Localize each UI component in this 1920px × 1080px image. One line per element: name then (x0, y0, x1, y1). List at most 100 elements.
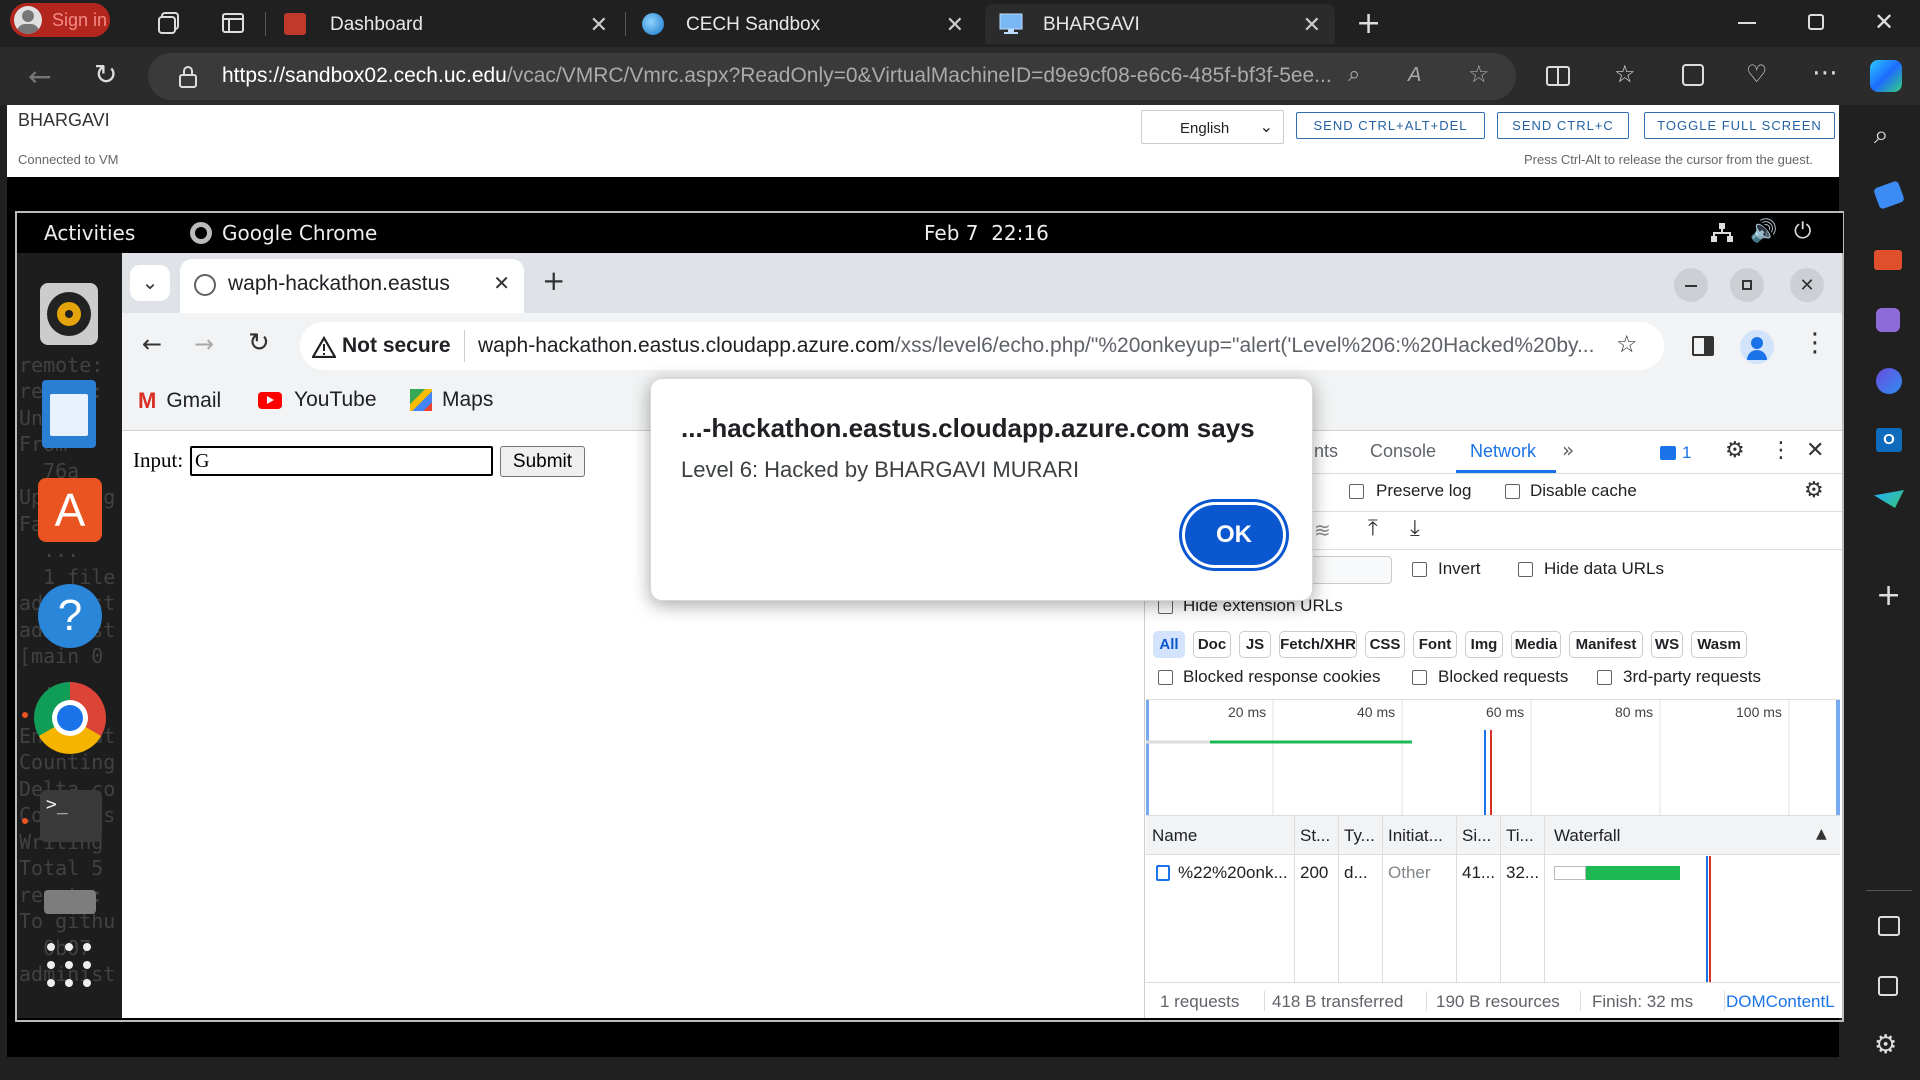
favorite-star-icon[interactable]: ☆ (1468, 60, 1490, 88)
sidebar-outlook-icon[interactable]: O (1876, 428, 1902, 452)
filter-input[interactable] (1312, 556, 1392, 584)
close-icon[interactable]: ✕ (1303, 12, 1321, 38)
refresh-button[interactable]: ↻ (94, 58, 117, 91)
alert-ok-button[interactable]: OK (1185, 505, 1283, 565)
language-select[interactable]: English ⌄ (1141, 110, 1284, 144)
column-header[interactable]: Waterfall (1554, 826, 1620, 846)
column-header[interactable]: Si... (1462, 826, 1491, 846)
more-menu-icon[interactable]: ⋯ (1812, 58, 1838, 88)
browser-essentials-icon[interactable]: ♡ (1746, 60, 1768, 88)
bookmark-star-icon[interactable]: ☆ (1616, 330, 1638, 358)
import-har-icon[interactable]: ⤒ (1368, 516, 1378, 541)
chrome-restore-button[interactable] (1730, 268, 1764, 302)
window-close-button[interactable]: ✕ (1874, 8, 1894, 36)
copilot-icon[interactable] (1870, 60, 1902, 92)
tab-cech-sandbox[interactable]: CECH Sandbox ✕ (628, 4, 978, 44)
chrome-close-button[interactable]: ✕ (1790, 268, 1824, 302)
favorites-icon[interactable]: ☆ (1614, 60, 1636, 88)
drive-icon[interactable] (44, 890, 96, 914)
zoom-icon[interactable]: ⌕ (1348, 62, 1360, 87)
split-screen-icon[interactable] (1546, 66, 1570, 86)
collections-icon[interactable] (1682, 64, 1704, 86)
restore-button[interactable] (1808, 14, 1824, 30)
blocked-requests-checkbox[interactable] (1412, 670, 1427, 685)
filter-ws[interactable]: WS (1651, 631, 1683, 658)
power-icon[interactable]: ⏻ (1794, 219, 1811, 244)
devtools-settings-icon[interactable]: ⚙ (1725, 438, 1745, 463)
profile-avatar-icon[interactable] (1740, 330, 1774, 364)
chrome-reload-button[interactable]: ↻ (248, 328, 270, 358)
minimize-button[interactable] (1738, 22, 1756, 24)
input-field[interactable] (190, 446, 493, 476)
column-header[interactable]: St... (1300, 826, 1330, 846)
invert-checkbox[interactable] (1412, 562, 1427, 577)
devtools-tab-console[interactable]: Console (1370, 441, 1436, 462)
issues-badge[interactable]: 1 (1660, 443, 1691, 463)
blocked-cookies-checkbox[interactable] (1158, 670, 1173, 685)
sidebar-games-icon[interactable] (1876, 308, 1900, 332)
submit-button[interactable]: Submit (500, 446, 585, 477)
tab-bhargavi[interactable]: BHARGAVI ✕ (985, 4, 1335, 44)
network-overview[interactable]: 20 ms 40 ms 60 ms 80 ms 100 ms (1146, 699, 1840, 816)
column-header[interactable]: Ti... (1506, 826, 1534, 846)
chrome-tab[interactable]: waph-hackathon.eastus ✕ (180, 259, 524, 313)
hide-extension-urls-checkbox[interactable] (1158, 599, 1173, 614)
network-settings-icon[interactable]: ⚙ (1804, 478, 1824, 503)
chrome-menu-icon[interactable]: ⋮ (1802, 328, 1828, 358)
hide-data-urls-checkbox[interactable] (1518, 562, 1533, 577)
show-apps-icon[interactable] (44, 940, 94, 990)
sidebar-hide-icon[interactable] (1878, 916, 1900, 936)
chrome-minimize-button[interactable] (1674, 268, 1708, 302)
side-panel-icon[interactable] (1692, 336, 1714, 356)
tab-dashboard[interactable]: Dashboard ✕ (272, 4, 622, 44)
filter-media[interactable]: Media (1511, 631, 1561, 658)
rhythmbox-icon[interactable] (40, 283, 98, 345)
sidebar-search-icon[interactable]: ⌕ (1874, 120, 1889, 151)
devtools-tab-network[interactable]: Network (1470, 441, 1536, 462)
sidebar-m365-icon[interactable] (1876, 368, 1902, 394)
profile-button[interactable]: Sign in (10, 3, 110, 37)
devtools-close-icon[interactable]: ✕ (1806, 438, 1824, 463)
table-row[interactable]: %22%20onk... 200 d... Other 41... 32... (1146, 856, 1840, 890)
sort-up-icon[interactable]: ▲ (1816, 826, 1827, 842)
column-header[interactable]: Name (1152, 826, 1197, 846)
more-tabs-icon[interactable]: » (1562, 438, 1574, 462)
devtools-menu-icon[interactable]: ⋮ (1770, 438, 1792, 463)
network-icon[interactable] (1710, 222, 1734, 244)
filter-img[interactable]: Img (1465, 631, 1503, 658)
devtools-tab-elements[interactable]: nts (1314, 441, 1338, 462)
preserve-log-checkbox[interactable] (1349, 484, 1364, 499)
read-aloud-icon[interactable]: A (1408, 64, 1421, 87)
toggle-full-screen-button[interactable]: TOGGLE FULL SCREEN (1644, 112, 1835, 139)
not-secure-label[interactable]: Not secure (342, 334, 451, 358)
activities-button[interactable]: Activities (44, 221, 135, 245)
writer-icon[interactable] (42, 380, 96, 448)
close-icon[interactable]: ✕ (590, 12, 608, 38)
send-ctrl-alt-del-button[interactable]: SEND CTRL+ALT+DEL (1296, 112, 1485, 139)
chrome-dock-icon[interactable] (34, 682, 106, 754)
app-menu[interactable]: Google Chrome (190, 221, 377, 245)
bookmark-youtube[interactable]: YouTube (258, 388, 377, 412)
sidebar-add-icon[interactable]: + (1876, 578, 1901, 613)
send-ctrl-c-button[interactable]: SEND CTRL+C (1497, 112, 1629, 139)
tab-actions-icon[interactable] (220, 10, 246, 36)
app-center-icon[interactable]: A (38, 478, 102, 542)
sidebar-tools-icon[interactable] (1874, 250, 1902, 270)
filter-doc[interactable]: Doc (1193, 631, 1231, 658)
filter-css[interactable]: CSS (1365, 631, 1405, 658)
export-har-icon[interactable]: ⤓ (1410, 516, 1420, 541)
column-header[interactable]: Initiat... (1388, 826, 1443, 846)
workspaces-icon[interactable] (156, 10, 182, 36)
new-tab-button[interactable]: + (1356, 6, 1381, 41)
chrome-back-button[interactable]: ← (142, 330, 162, 358)
volume-icon[interactable]: 🔊 (1750, 219, 1777, 244)
filter-font[interactable]: Font (1413, 631, 1457, 658)
clock[interactable]: Feb 7 22:16 (924, 221, 1049, 245)
sidebar-external-icon[interactable] (1878, 976, 1898, 996)
disable-cache-checkbox[interactable] (1505, 484, 1520, 499)
third-party-checkbox[interactable] (1597, 670, 1612, 685)
terminal-dock-icon[interactable]: >_ (40, 790, 102, 842)
back-button[interactable]: ← (28, 60, 51, 93)
filter-wasm[interactable]: Wasm (1691, 631, 1747, 658)
close-icon[interactable]: ✕ (946, 12, 964, 38)
